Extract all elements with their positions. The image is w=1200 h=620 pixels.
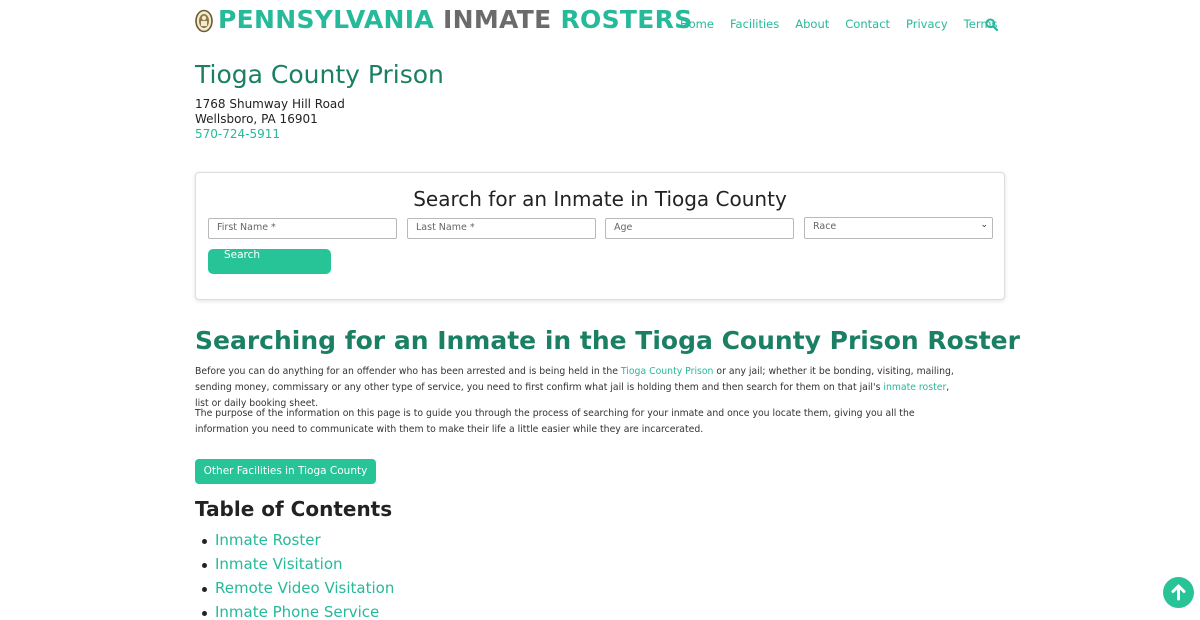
inmate-search-card: Search for an Inmate in Tioga County Fir… [195,172,1005,300]
age-input[interactable]: Age [605,218,794,239]
article-heading: Searching for an Inmate in the Tioga Cou… [195,326,1020,355]
toc-title: Table of Contents [195,497,393,521]
site-title[interactable]: PENNSYLVANIA INMATE ROSTERS [218,5,693,34]
address-line-1: 1768 Shumway Hill Road [195,97,345,111]
prison-link[interactable]: Tioga County Prison [621,366,714,377]
site-title-word-3: ROSTERS [560,5,693,34]
nav-facilities[interactable]: Facilities [730,17,779,31]
last-name-input[interactable]: Last Name * [407,218,596,239]
race-select-value: Race [813,221,837,232]
search-card-title: Search for an Inmate in Tioga County [413,187,787,211]
site-title-word-1: PENNSYLVANIA [218,5,435,34]
main-nav: Home Facilities About Contact Privacy Te… [680,17,1014,31]
table-of-contents: Inmate Roster Inmate Visitation Remote V… [201,528,394,620]
site-header: PENNSYLVANIA INMATE ROSTERS Home Facilit… [0,0,1200,44]
toc-item-inmate-phone-service[interactable]: Inmate Phone Service [201,600,394,620]
race-select[interactable]: Race ⌄ [804,217,993,239]
nav-privacy[interactable]: Privacy [906,17,948,31]
toc-item-inmate-roster[interactable]: Inmate Roster [201,528,394,552]
search-button[interactable]: Search [208,249,331,274]
intro-text-1: Before you can do anything for an offend… [195,366,621,377]
inmate-roster-link[interactable]: inmate roster [883,382,946,393]
toc-item-remote-video-visitation[interactable]: Remote Video Visitation [201,576,394,600]
nav-home[interactable]: Home [680,17,714,31]
chevron-down-icon: ⌄ [980,220,988,230]
first-name-input[interactable]: First Name * [208,218,397,239]
toc-item-inmate-visitation[interactable]: Inmate Visitation [201,552,394,576]
nav-contact[interactable]: Contact [845,17,890,31]
purpose-paragraph: The purpose of the information on this p… [195,408,915,435]
search-icon[interactable] [985,18,998,31]
county-seal-icon[interactable] [195,9,213,33]
address-line-2: Wellsboro, PA 16901 [195,112,318,126]
intro-paragraph: Before you can do anything for an offend… [195,364,965,412]
facility-title: Tioga County Prison [195,60,444,89]
arrow-up-icon [1171,584,1186,601]
other-facilities-button[interactable]: Other Facilities in Tioga County [195,459,376,484]
site-title-word-2: INMATE [443,5,552,34]
back-to-top-button[interactable] [1163,577,1194,608]
nav-about[interactable]: About [795,17,829,31]
phone-link[interactable]: 570-724-5911 [195,127,280,141]
